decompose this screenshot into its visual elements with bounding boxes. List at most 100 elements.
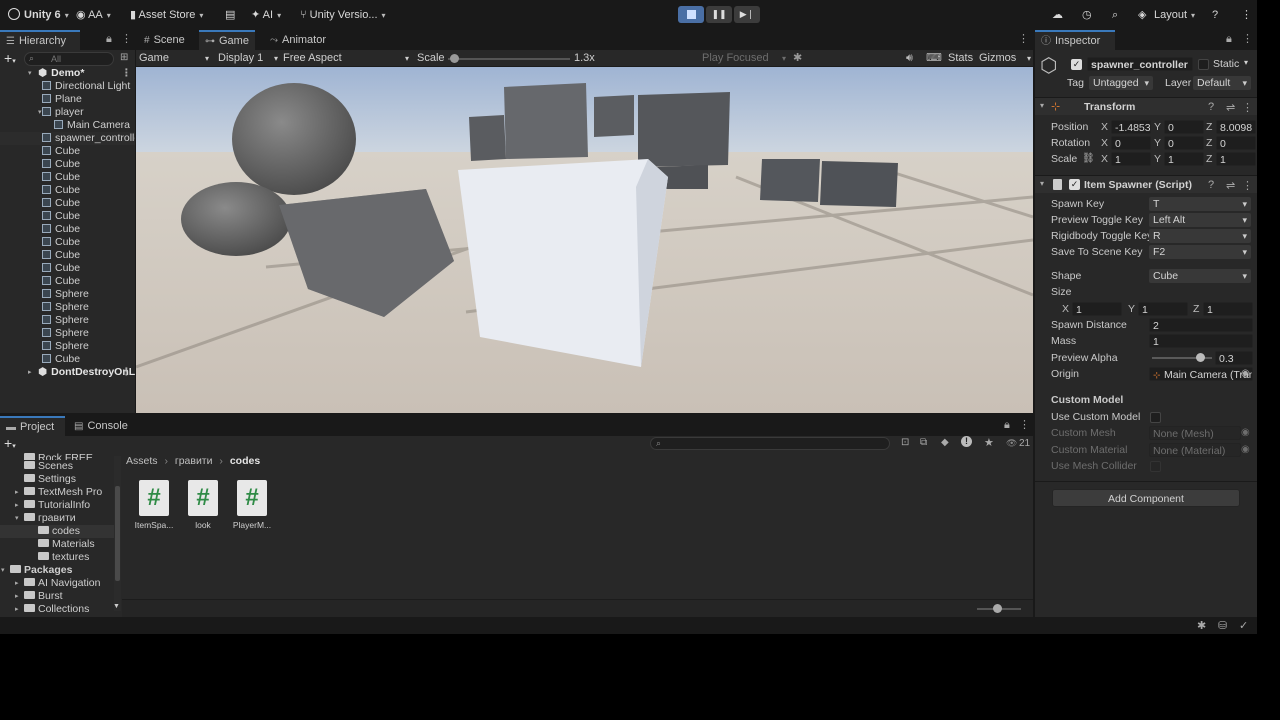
axis-y-label[interactable]: Y — [1154, 137, 1161, 149]
spawn-distance-field[interactable]: 2 — [1149, 318, 1253, 332]
game-mode-dropdown[interactable]: Game ▾ — [139, 51, 211, 66]
axis-y-label[interactable]: Y — [1128, 303, 1135, 315]
project-tree-item[interactable]: ▸ AI Navigation — [0, 577, 115, 590]
use-custom-model-checkbox[interactable] — [1150, 412, 1161, 423]
hierarchy-scene-row[interactable]: ▸⬢DontDestroyOnLoad⋮ — [0, 366, 135, 379]
chevron-down-icon[interactable]: ▾ — [1, 564, 10, 577]
favorite-star-icon[interactable]: ★ — [984, 436, 994, 449]
hierarchy-item[interactable]: Sphere — [0, 288, 135, 301]
project-tree-item[interactable]: ▾ гравити — [0, 512, 115, 525]
more-vertical-icon[interactable]: ⋮ — [1242, 34, 1253, 45]
project-tree-item[interactable]: ▸ TutorialInfo — [0, 499, 115, 512]
spawner-key-dropdown[interactable]: T — [1149, 197, 1251, 211]
axis-x-label[interactable]: X — [1101, 153, 1108, 165]
play-button[interactable] — [678, 6, 704, 23]
cloud-button[interactable]: ☁ — [1052, 7, 1063, 23]
tab-inspector[interactable]: ⓘ Inspector — [1035, 30, 1115, 50]
size-y-field[interactable]: 1 — [1138, 302, 1188, 316]
chevron-right-icon[interactable]: ▸ — [15, 590, 24, 603]
hierarchy-item[interactable]: Cube — [0, 145, 135, 158]
hierarchy-item[interactable]: Main Camera — [0, 119, 135, 132]
chevron-down-icon[interactable]: ▾ — [1244, 58, 1248, 67]
tag-icon[interactable]: ◆ — [941, 437, 949, 448]
axis-z-label[interactable]: Z — [1206, 153, 1212, 165]
hierarchy-item[interactable]: Cube — [0, 236, 135, 249]
stack-icon[interactable]: ⛁ — [1218, 619, 1227, 632]
component-enabled-checkbox[interactable]: ✓ — [1069, 179, 1080, 190]
more-vertical-icon[interactable]: ⋮ — [121, 366, 132, 379]
preview-alpha-slider[interactable] — [1152, 353, 1212, 362]
transform-rotation-z-field[interactable]: 0 — [1216, 136, 1256, 150]
asset-item[interactable]: # PlayerM... — [227, 480, 277, 530]
custom-mesh-field[interactable]: None (Mesh) — [1149, 426, 1241, 440]
more-vertical-icon[interactable]: ⋮ — [1242, 179, 1253, 192]
layers-button[interactable]: ◈ — [1138, 7, 1146, 23]
aspect-dropdown[interactable]: Free Aspect ▾ — [283, 51, 409, 66]
more-vertical-icon[interactable]: ⋮ — [121, 67, 132, 80]
chevron-down-icon[interactable]: ▾ — [15, 512, 24, 525]
tab-game[interactable]: ⊶ Game — [199, 30, 255, 50]
pause-button[interactable]: ❚❚ — [706, 6, 732, 23]
mass-field[interactable]: 1 — [1149, 334, 1253, 348]
ai-button[interactable]: ✦ AI ▾ — [251, 7, 281, 23]
create-asset-button[interactable]: +▾ — [4, 436, 16, 453]
project-tree-item[interactable]: ▸ Burst — [0, 590, 115, 603]
hidden-eye-icon[interactable]: 👁︎ — [1006, 438, 1017, 449]
chevron-right-icon[interactable]: ▸ — [15, 486, 24, 499]
audio-mute-icon[interactable]: 🔊︎ — [906, 51, 913, 66]
project-tree-item[interactable]: Settings — [0, 473, 115, 486]
tree-scrollbar-thumb[interactable] — [115, 486, 120, 581]
object-name-field[interactable]: spawner_controller — [1087, 57, 1193, 71]
origin-field[interactable]: ⊹Main Camera (Transform) — [1149, 367, 1253, 381]
preset-icon[interactable]: ⇌ — [1226, 179, 1235, 192]
transform-scale-x-field[interactable]: 1 — [1111, 152, 1151, 166]
lock-icon[interactable]: 🔒︎ — [1004, 420, 1010, 431]
lock-icon[interactable]: 🔒︎ — [1226, 34, 1232, 45]
object-picker-icon[interactable]: ◉ — [1241, 427, 1250, 438]
breadcrumb-current[interactable]: codes — [230, 455, 260, 467]
step-button[interactable]: ▶❘ — [734, 6, 760, 23]
hierarchy-scene-row[interactable]: ▾ ⬢ Demo* ⋮ — [0, 67, 135, 80]
keyboard-icon[interactable]: ⌨ — [926, 51, 942, 66]
spawner-key-dropdown[interactable]: Left Alt — [1149, 213, 1251, 227]
search-by-type-icon[interactable]: ⊡ — [901, 437, 909, 448]
object-picker-icon[interactable]: ◉ — [1241, 368, 1250, 379]
history-button[interactable]: ◷ — [1082, 7, 1092, 23]
project-tree-item[interactable]: codes — [0, 525, 115, 538]
play-focused-dropdown[interactable]: Play Focused ▾ — [702, 51, 786, 66]
breadcrumb-assets[interactable]: Assets — [126, 455, 158, 467]
chevron-right-icon[interactable]: ▸ — [28, 366, 37, 379]
bug-icon[interactable]: ✱ — [793, 51, 802, 66]
object-picker-icon[interactable]: ◉ — [1241, 444, 1250, 455]
axis-x-label[interactable]: X — [1101, 121, 1108, 133]
hierarchy-item[interactable]: spawner_controller — [0, 132, 135, 145]
panel-divider[interactable] — [1033, 30, 1035, 617]
constrain-proportions-icon[interactable]: ⛓ — [1082, 153, 1095, 164]
scale-slider[interactable] — [448, 54, 570, 63]
icon-size-handle[interactable] — [993, 604, 1002, 613]
project-search-input[interactable]: ⌕ — [650, 437, 890, 450]
hierarchy-item[interactable]: Cube — [0, 353, 135, 366]
project-tree-item[interactable]: ▸ TextMesh Pro — [0, 486, 115, 499]
item-spawner-header[interactable]: ▾ ✓ Item Spawner (Script) ? ⇌ ⋮ — [1035, 175, 1257, 193]
axis-y-label[interactable]: Y — [1154, 121, 1161, 133]
hierarchy-item[interactable]: Cube — [0, 223, 135, 236]
asset-item[interactable]: # ItemSpa... — [129, 480, 179, 530]
filter-icon[interactable]: ⊞ — [120, 53, 128, 63]
project-tree-item[interactable]: textures — [0, 551, 115, 564]
hierarchy-item[interactable]: ▾ player — [0, 106, 135, 119]
hierarchy-item[interactable]: Sphere — [0, 327, 135, 340]
axis-y-label[interactable]: Y — [1154, 153, 1161, 165]
active-checkbox[interactable]: ✓ — [1071, 59, 1082, 70]
chevron-right-icon[interactable]: ▸ — [15, 577, 24, 590]
tab-project[interactable]: ▬ Project — [0, 416, 65, 436]
package-manager-button[interactable]: ▤ — [225, 7, 235, 23]
transform-position-x-field[interactable]: -1.4853 — [1111, 120, 1151, 134]
transform-scale-y-field[interactable]: 1 — [1164, 152, 1204, 166]
hierarchy-item[interactable]: Cube — [0, 262, 135, 275]
axis-z-label[interactable]: Z — [1206, 121, 1212, 133]
icon-size-slider[interactable] — [977, 604, 1021, 613]
hierarchy-item[interactable]: Sphere — [0, 340, 135, 353]
chevron-right-icon[interactable]: ▸ — [15, 603, 24, 616]
size-x-field[interactable]: 1 — [1072, 302, 1122, 316]
